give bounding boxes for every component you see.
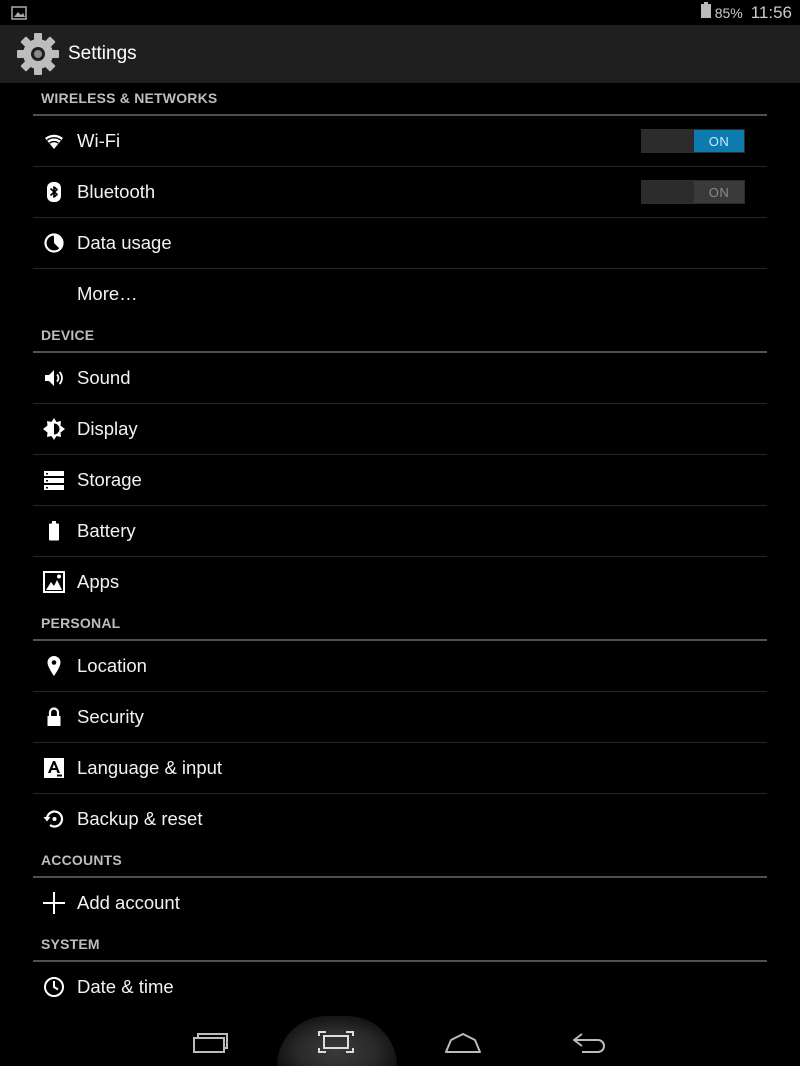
settings-item-label: Add account xyxy=(77,892,180,913)
section-header-system: SYSTEM xyxy=(33,929,767,962)
image-notification-icon xyxy=(11,6,27,20)
screenshot-icon[interactable] xyxy=(316,1026,356,1058)
navigation-bar xyxy=(0,1016,800,1066)
data-usage-icon xyxy=(42,231,66,255)
settings-item-label: Apps xyxy=(77,571,120,592)
storage-icon xyxy=(42,468,66,492)
settings-item-add-account[interactable]: Add account xyxy=(33,878,767,929)
section-header-personal: PERSONAL xyxy=(33,608,767,641)
settings-item-more[interactable]: More… xyxy=(33,269,767,320)
wifi-toggle[interactable]: ON xyxy=(641,129,745,153)
settings-item-storage[interactable]: Storage xyxy=(33,455,767,506)
plus-icon xyxy=(42,891,66,915)
settings-list[interactable]: WIRELESS & NETWORKS Wi-Fi ON Bluetooth O… xyxy=(0,83,800,1016)
clock-icon xyxy=(42,975,66,999)
section-header-device: DEVICE xyxy=(33,320,767,353)
settings-item-label: Battery xyxy=(77,520,136,541)
clock: 11:56 xyxy=(750,2,792,22)
settings-item-bluetooth[interactable]: Bluetooth ON xyxy=(33,167,767,218)
settings-item-label: Security xyxy=(77,706,144,727)
settings-item-backup[interactable]: Backup & reset xyxy=(33,794,767,845)
settings-item-data-usage[interactable]: Data usage xyxy=(33,218,767,269)
settings-item-location[interactable]: Location xyxy=(33,641,767,692)
status-bar: 85% 11:56 xyxy=(0,0,800,25)
settings-item-battery[interactable]: Battery xyxy=(33,506,767,557)
language-icon xyxy=(42,756,66,780)
bluetooth-icon xyxy=(42,180,66,204)
settings-item-label: Bluetooth xyxy=(77,181,156,202)
brightness-icon xyxy=(42,417,66,441)
settings-item-label: Wi-Fi xyxy=(77,130,121,151)
apps-icon xyxy=(42,570,66,594)
section-header-accounts: ACCOUNTS xyxy=(33,845,767,878)
lock-icon xyxy=(42,705,66,729)
settings-item-apps[interactable]: Apps xyxy=(33,557,767,608)
recent-apps-icon[interactable] xyxy=(190,1026,230,1058)
settings-item-label: Location xyxy=(77,655,147,676)
settings-item-label: Display xyxy=(77,418,138,439)
toggle-knob: ON xyxy=(694,181,744,203)
gear-icon[interactable] xyxy=(15,31,61,77)
settings-item-label: Data usage xyxy=(77,232,172,253)
settings-item-label: Storage xyxy=(77,469,142,490)
speaker-icon xyxy=(42,366,66,390)
settings-item-label: Sound xyxy=(77,367,131,388)
battery-status-icon xyxy=(700,2,711,23)
settings-item-label: Backup & reset xyxy=(77,808,203,829)
back-icon[interactable] xyxy=(570,1026,610,1058)
bluetooth-toggle[interactable]: ON xyxy=(641,180,745,204)
battery-icon xyxy=(42,519,66,543)
toggle-knob: ON xyxy=(694,130,744,152)
settings-item-display[interactable]: Display xyxy=(33,404,767,455)
backup-icon xyxy=(42,807,66,831)
settings-item-label: Language & input xyxy=(77,757,223,778)
page-title: Settings xyxy=(68,43,137,64)
location-pin-icon xyxy=(42,654,66,678)
settings-item-label: Date & time xyxy=(77,976,174,997)
settings-item-label: More… xyxy=(77,283,138,304)
settings-item-security[interactable]: Security xyxy=(33,692,767,743)
settings-item-language[interactable]: Language & input xyxy=(33,743,767,794)
settings-item-wifi[interactable]: Wi-Fi ON xyxy=(33,116,767,167)
battery-percent: 85% xyxy=(714,4,743,21)
section-header-wireless: WIRELESS & NETWORKS xyxy=(33,83,767,116)
action-bar: Settings xyxy=(0,25,800,83)
home-icon[interactable] xyxy=(443,1026,483,1058)
settings-item-sound[interactable]: Sound xyxy=(33,353,767,404)
wifi-icon xyxy=(42,129,66,153)
settings-item-date-time[interactable]: Date & time xyxy=(33,962,767,1013)
